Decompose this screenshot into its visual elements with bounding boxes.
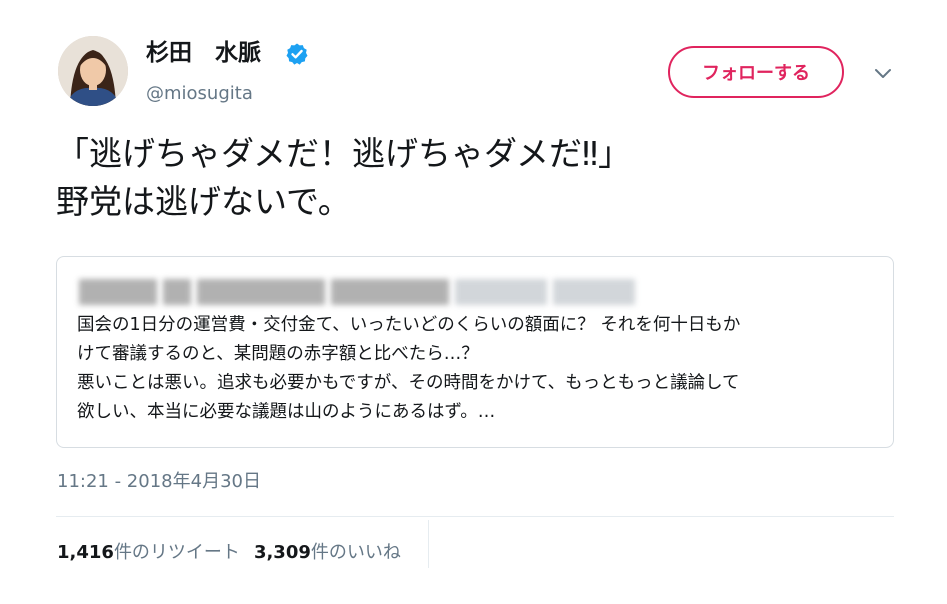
stats-separator [428,520,429,568]
tweet-text-line: 「逃げちゃダメだ！逃げちゃダメだ‼」 [56,134,632,173]
author-display-name[interactable]: 杉田 水脈 [146,38,261,68]
verified-badge-icon [286,43,308,65]
quoted-tweet-line: 国会の1日分の運営費・交付金て、いったいどのくらいの額面に？ それを何十日もか [77,315,741,335]
retweet-count-link[interactable]: 1,416 件のリツイート [57,538,240,564]
like-label: 件のいいね [310,542,401,563]
retweet-label: 件のリツイート [113,542,240,563]
tweet-text-line: 野党は逃げないで。 [56,182,351,221]
quoted-tweet-line: 欲しい、本当に必要な議題は山のようにあるはず。… [77,402,496,422]
quoted-tweet-text: 国会の1日分の運営費・交付金て、いったいどのくらいの額面に？ それを何十日もか … [77,311,877,427]
quoted-tweet-line: けて審議するのと、某問題の赤字額と比べたら…？ [77,344,479,364]
follow-button[interactable]: フォローする [668,46,844,98]
tweet-text: 「逃げちゃダメだ！逃げちゃダメだ‼」 野党は逃げないで。 [56,130,916,226]
tweet-stats: 1,416 件のリツイート 3,309 件のいいね [57,536,401,566]
avatar[interactable] [58,36,128,106]
like-count: 3,309 [253,542,311,563]
avatar-image [58,36,128,106]
like-count-link[interactable]: 3,309 件のいいね [254,538,401,564]
quoted-tweet-line: 悪いことは悪い。追求も必要かもですが、その時間をかけて、もっともっと議論して [77,373,740,393]
chevron-down-icon[interactable] [872,62,894,84]
tweet-timestamp[interactable]: 11:21 - 2018年4月30日 [57,470,261,494]
divider [56,516,894,517]
quoted-tweet-author-blurred [79,279,679,305]
quoted-tweet-card[interactable]: 国会の1日分の運営費・交付金て、いったいどのくらいの額面に？ それを何十日もか … [56,256,894,448]
retweet-count: 1,416 [57,542,114,563]
author-username[interactable]: @miosugita [146,82,253,106]
